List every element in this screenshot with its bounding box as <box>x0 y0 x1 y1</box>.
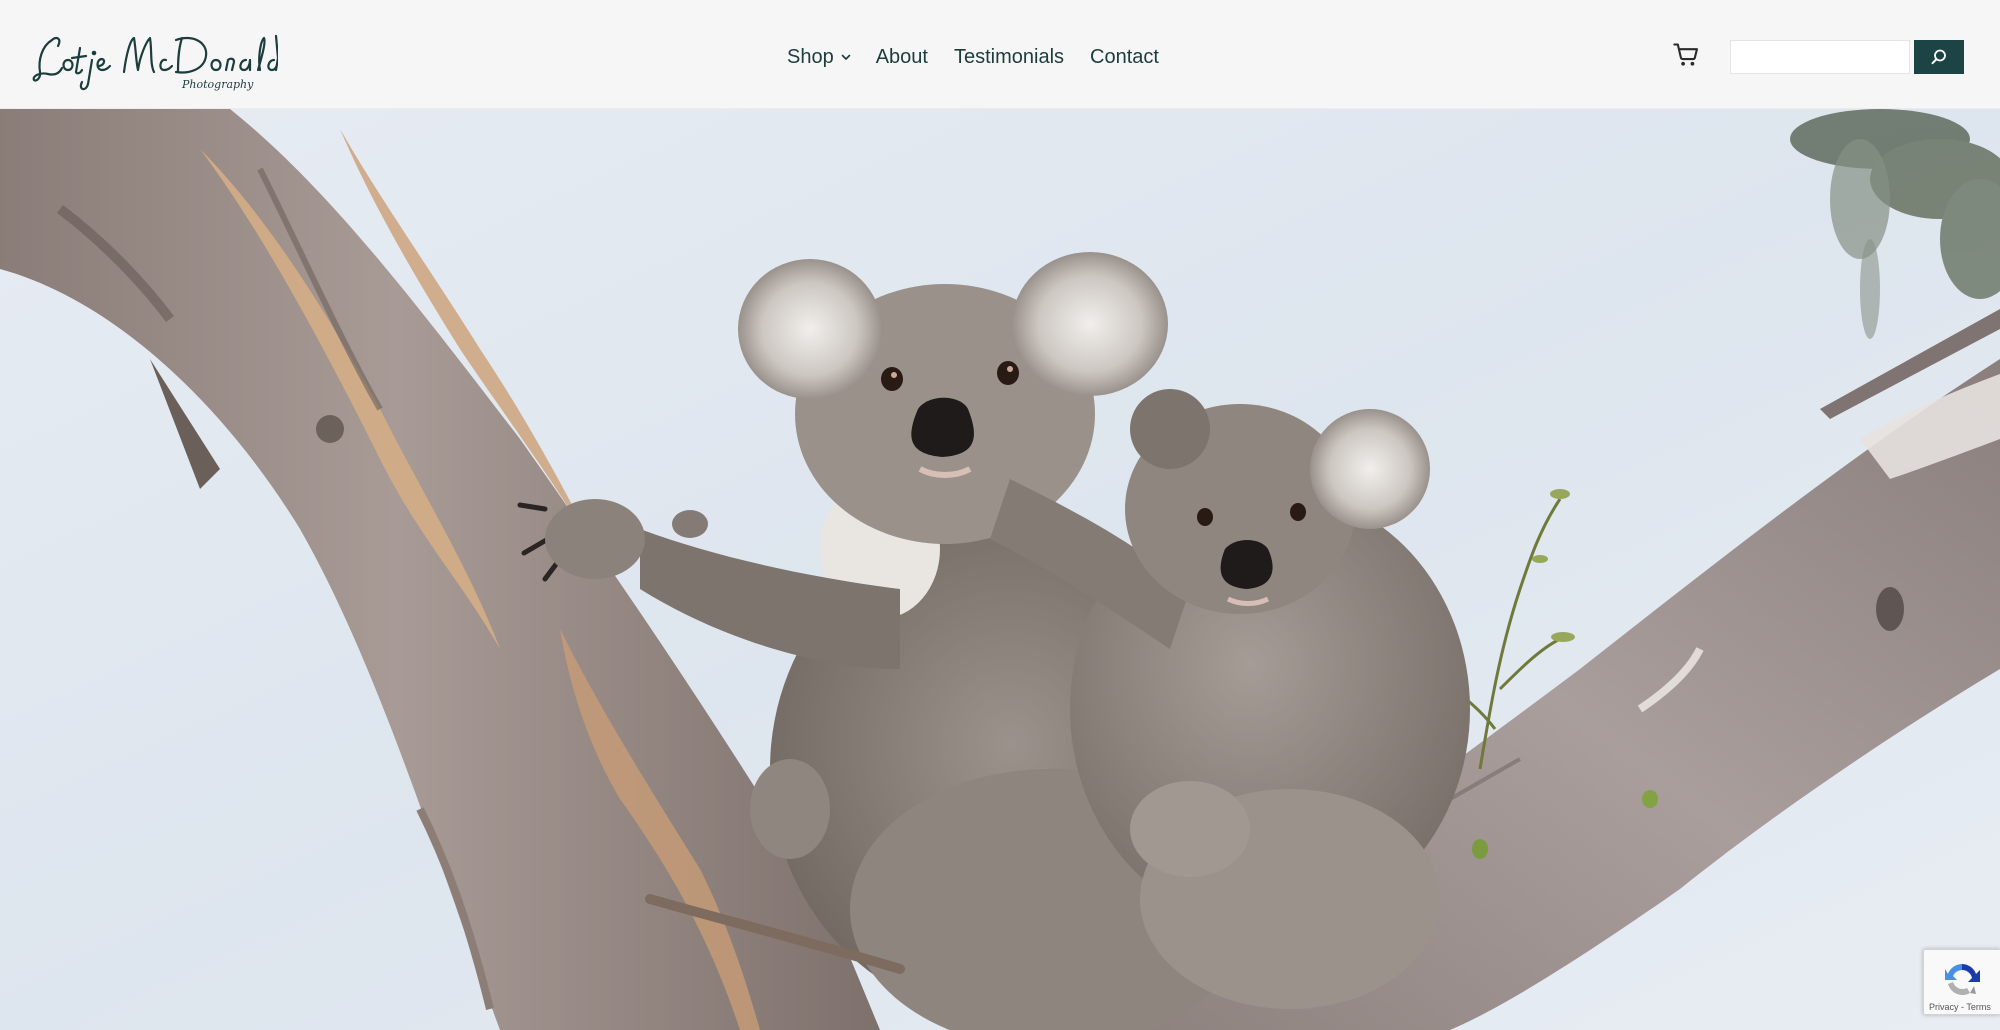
nav-testimonials-label: Testimonials <box>953 45 1065 68</box>
recaptcha-links: Privacy - Terms <box>1929 1002 1999 1012</box>
hero-image <box>0 109 2000 1030</box>
recaptcha-terms-link[interactable]: Terms <box>1966 1002 1991 1012</box>
nav-shop[interactable]: Shop <box>787 46 852 69</box>
nav-about-label: About <box>875 45 928 68</box>
logo-tagline: Photography <box>181 78 254 91</box>
search-button[interactable] <box>1914 40 1964 74</box>
logo-wordmark: Photography <box>32 34 278 91</box>
main-nav: Shop About Testimonials Contact <box>787 40 1159 74</box>
nav-testimonials[interactable]: Testimonials <box>954 46 1064 69</box>
koala-photo <box>0 109 2000 1030</box>
nav-about[interactable]: About <box>876 46 928 69</box>
site-header: Photography Shop About Testimonials Cont… <box>0 0 2000 109</box>
search-form <box>1730 40 1964 74</box>
nav-shop-label: Shop <box>787 45 834 68</box>
nav-contact-label: Contact <box>1090 45 1159 68</box>
shopping-cart-icon[interactable] <box>1672 41 1700 69</box>
nav-contact[interactable]: Contact <box>1090 46 1159 69</box>
site-logo[interactable]: Photography <box>32 26 278 92</box>
chevron-down-icon <box>840 51 852 63</box>
recaptcha-icon <box>1940 960 1984 998</box>
recaptcha-privacy-link[interactable]: Privacy <box>1929 1002 1959 1012</box>
search-input[interactable] <box>1730 40 1910 74</box>
search-icon <box>1930 48 1948 66</box>
page: Photography Shop About Testimonials Cont… <box>0 0 2000 1030</box>
recaptcha-badge: Privacy - Terms <box>1923 949 2000 1015</box>
